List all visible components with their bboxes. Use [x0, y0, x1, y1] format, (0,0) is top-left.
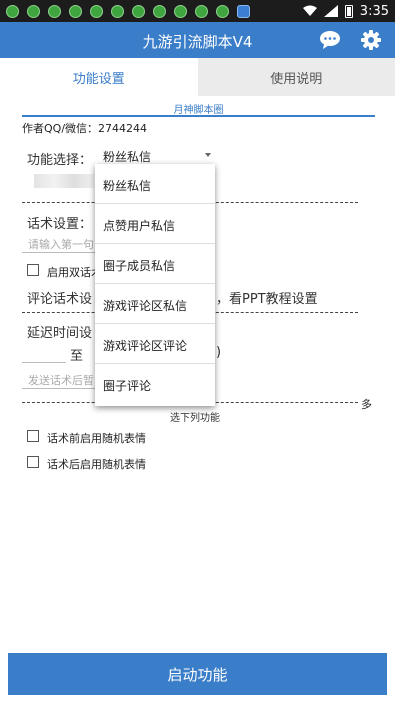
comment-script-label: 评论话术设 [27, 292, 93, 307]
pause-after-send-placeholder: 发送话术后暂 [28, 374, 94, 387]
wifi-icon [302, 5, 317, 16]
dropdown-option-game-review-comment[interactable]: 游戏评论区评论 [95, 324, 215, 364]
notification-icon [195, 4, 208, 18]
author-contact: 作者QQ/微信：2744244 [22, 122, 148, 135]
chat-bubble-icon [320, 31, 340, 49]
dropdown-option-fan-dm[interactable]: 粉丝私信 [95, 164, 215, 204]
random-emoji-before-checkbox[interactable] [27, 430, 39, 442]
script-setting-label: 话术设置： [27, 217, 93, 232]
notification-icon [174, 4, 187, 18]
start-button[interactable]: 启动功能 [8, 653, 387, 695]
notification-icon [216, 4, 229, 18]
gear-icon [361, 30, 381, 50]
banner-title: 月神脚本圈 [22, 99, 375, 117]
notification-icon [90, 4, 103, 18]
delay-label: 延迟时间设 [27, 326, 93, 341]
blurred-text [34, 174, 94, 188]
notification-icon [27, 4, 40, 18]
function-select[interactable]: 粉丝私信 [100, 147, 213, 165]
ppt-tutorial-hint: ，看PPT教程设置 [216, 292, 318, 307]
delay-to-label: 至 [70, 349, 84, 364]
notification-icon [132, 4, 145, 18]
dual-script-checkbox[interactable] [27, 264, 39, 276]
more-text: 多 [361, 398, 372, 411]
dual-script-label: 启用双话术 [47, 266, 102, 279]
section-note: 选下列功能 [170, 413, 220, 424]
notification-icon [111, 4, 124, 18]
random-emoji-after-checkbox[interactable] [27, 456, 39, 468]
first-sentence-placeholder: 请输入第一句 [28, 238, 94, 251]
random-emoji-after-label: 话术后启用随机表情 [47, 458, 146, 471]
dropdown-option-circle-comment[interactable]: 圈子评论 [95, 364, 215, 404]
app-bar: 九游引流脚本V4 [0, 22, 395, 58]
battery-icon [344, 4, 353, 18]
settings-button[interactable] [355, 25, 387, 55]
dropdown-caret-icon [205, 153, 211, 157]
tab-bar: 功能设置 使用说明 [0, 58, 395, 96]
dropdown-option-game-review-dm[interactable]: 游戏评论区私信 [95, 284, 215, 324]
function-dropdown-menu: 粉丝私信 点赞用户私信 圈子成员私信 游戏评论区私信 游戏评论区评论 圈子评论 [95, 164, 215, 406]
chat-button[interactable] [314, 25, 346, 55]
function-select-label: 功能选择： [27, 153, 93, 168]
function-select-value: 粉丝私信 [103, 150, 152, 164]
tab-function-settings[interactable]: 功能设置 [0, 58, 198, 96]
dropdown-option-circle-member-dm[interactable]: 圈子成员私信 [95, 244, 215, 284]
random-emoji-before-label: 话术前启用随机表情 [47, 432, 146, 445]
delay-unit-paren: ) [216, 345, 222, 360]
cell-signal-icon [323, 5, 338, 17]
status-bar: 3:35 [0, 0, 395, 22]
clock: 3:35 [359, 3, 389, 19]
notification-icon [69, 4, 82, 18]
delay-min-input[interactable] [22, 343, 66, 363]
notification-icon [6, 4, 19, 18]
dropdown-option-liker-dm[interactable]: 点赞用户私信 [95, 204, 215, 244]
tab-usage-instructions[interactable]: 使用说明 [197, 58, 395, 96]
app-notification-icon [237, 4, 250, 18]
notification-icon [48, 4, 61, 18]
first-sentence-input[interactable]: 请输入第一句 [22, 233, 95, 253]
pause-after-send-input[interactable]: 发送话术后暂 [22, 369, 95, 389]
notification-icon [153, 4, 166, 18]
